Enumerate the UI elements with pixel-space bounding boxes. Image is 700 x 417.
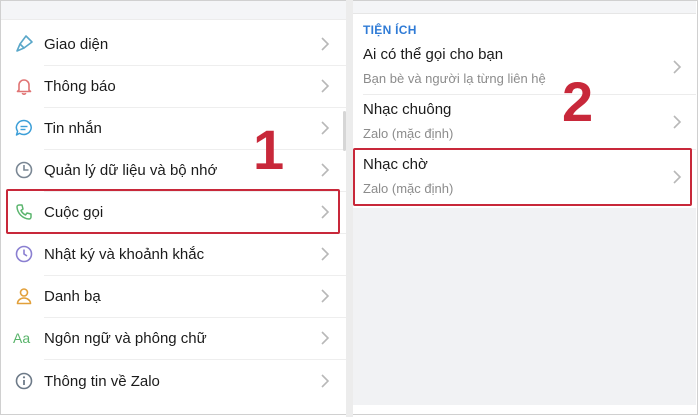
option-subtitle: Bạn bè và người lạ từng liên hệ [363, 71, 546, 86]
menu-item-ngon-ngu[interactable]: Aa Ngôn ngữ và phông chữ [1, 317, 346, 359]
menu-item-giao-dien[interactable]: Giao diện [1, 23, 346, 65]
menu-item-label: Nhật ký và khoảnh khắc [44, 245, 205, 263]
step-marker-1: 1 [253, 118, 285, 181]
menu-item-danh-ba[interactable]: Danh bạ [1, 275, 346, 317]
option-title: Nhạc chuông [363, 101, 452, 118]
menu-item-label: Thông báo [44, 77, 116, 95]
svg-text:Aa: Aa [13, 330, 30, 346]
menu-item-tin-nhan[interactable]: Tin nhắn [1, 107, 346, 149]
chevron-right-icon [673, 115, 682, 129]
info-icon [13, 370, 35, 392]
chevron-right-icon [321, 163, 330, 177]
clock-pie-icon [13, 159, 35, 181]
top-header-strip [1, 1, 346, 20]
option-who-can-call[interactable]: Ai có thể gọi cho bạn Bạn bè và người lạ… [353, 40, 696, 100]
chevron-right-icon [321, 331, 330, 345]
menu-item-label: Giao diện [44, 35, 109, 53]
section-title: TIỆN ÍCH [363, 23, 417, 37]
chevron-right-icon [321, 247, 330, 261]
option-ringtone[interactable]: Nhạc chuông Zalo (mặc định) [353, 95, 696, 155]
chat-bubble-icon [13, 117, 35, 139]
menu-item-quan-ly-du-lieu[interactable]: Quản lý dữ liệu và bộ nhớ [1, 149, 346, 191]
chevron-right-icon [321, 289, 330, 303]
panel-divider [346, 0, 353, 417]
menu-item-label: Danh bạ [44, 287, 101, 305]
chevron-right-icon [321, 374, 330, 388]
paint-brush-icon [13, 33, 35, 55]
chevron-right-icon [673, 60, 682, 74]
chevron-right-icon [321, 121, 330, 135]
menu-item-nhat-ky[interactable]: Nhật ký và khoảnh khắc [1, 233, 346, 275]
highlight-box-cuoc-goi [6, 189, 340, 234]
step-marker-2: 2 [562, 70, 594, 133]
highlight-box-nhac-cho [353, 148, 692, 206]
bell-icon [13, 75, 35, 97]
menu-item-label: Ngôn ngữ và phông chữ [44, 329, 207, 347]
clock-icon [13, 243, 35, 265]
menu-item-thong-tin-zalo[interactable]: Thông tin về Zalo [1, 360, 346, 402]
menu-item-label: Thông tin về Zalo [44, 372, 160, 390]
person-icon [13, 285, 35, 307]
menu-item-label: Quản lý dữ liệu và bộ nhớ [44, 161, 218, 179]
chevron-right-icon [321, 79, 330, 93]
chevron-right-icon [321, 37, 330, 51]
top-header-strip [353, 1, 696, 14]
option-subtitle: Zalo (mặc định) [363, 126, 454, 141]
option-title: Ai có thể gọi cho bạn [363, 46, 504, 63]
menu-item-thong-bao[interactable]: Thông báo [1, 65, 346, 107]
font-aa-icon: Aa [13, 327, 35, 349]
menu-item-label: Tin nhắn [44, 119, 102, 137]
